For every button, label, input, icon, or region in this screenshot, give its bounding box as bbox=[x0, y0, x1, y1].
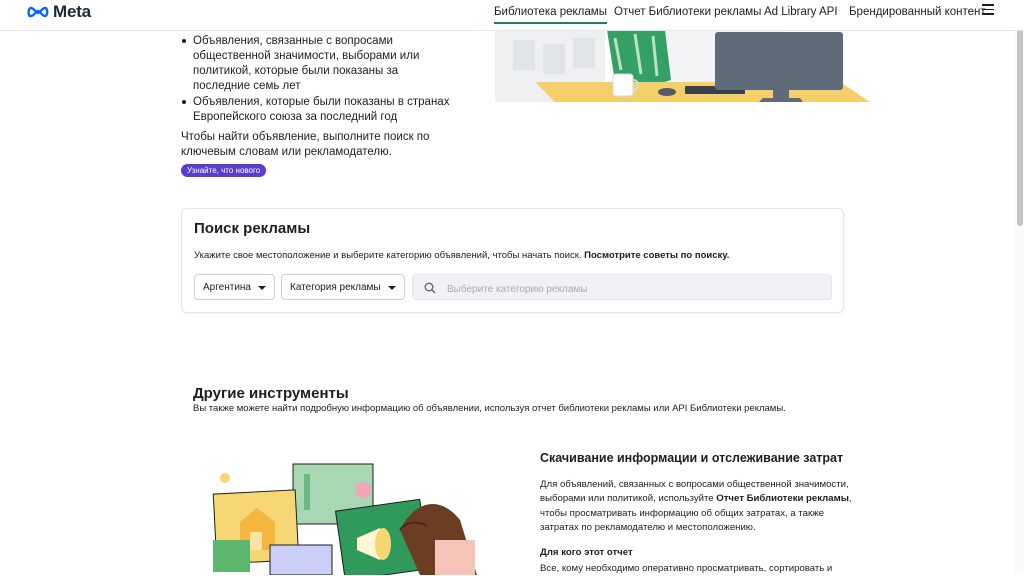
meta-logo[interactable]: Meta bbox=[27, 2, 91, 22]
intro-bullet-list: Объявления, связанные с вопросами общест… bbox=[181, 34, 451, 126]
other-tools-subtitle: Вы также можете найти подробную информац… bbox=[193, 403, 786, 414]
ad-category-dropdown[interactable]: Категория рекламы bbox=[281, 274, 405, 300]
search-tips-link[interactable]: Посмотрите советы по поиску. bbox=[584, 250, 729, 261]
brand-name: Meta bbox=[53, 2, 91, 21]
country-dropdown[interactable]: Аргентина bbox=[194, 274, 275, 300]
download-description: Для объявлений, связанных с вопросами об… bbox=[540, 478, 865, 536]
ad-library-report-link[interactable]: Отчет Библиотеки рекламы bbox=[716, 493, 849, 504]
ad-search-card: Поиск рекламы Укажите свое местоположени… bbox=[181, 208, 844, 313]
search-hint: Укажите свое местоположение и выберите к… bbox=[194, 250, 729, 261]
photos-and-megaphone-illustration bbox=[195, 460, 480, 575]
ad-category-value: Категория рекламы bbox=[290, 282, 381, 293]
chevron-down-icon bbox=[258, 286, 266, 290]
search-icon bbox=[424, 282, 436, 294]
search-card-title: Поиск рекламы bbox=[194, 220, 311, 237]
search-hint-text: Укажите свое местоположение и выберите к… bbox=[194, 250, 582, 261]
search-input[interactable] bbox=[445, 279, 819, 299]
search-instruction: Чтобы найти объявление, выполните поиск … bbox=[181, 131, 430, 158]
nav-branded-content[interactable]: Брендированный контент bbox=[849, 0, 986, 30]
scrollbar-thumb[interactable] bbox=[1017, 22, 1023, 226]
audience-text: Все, кому необходимо оперативно просматр… bbox=[540, 563, 833, 574]
audience-title: Для кого этот отчет bbox=[540, 547, 633, 558]
other-tools-title: Другие инструменты bbox=[193, 385, 349, 402]
nav-ad-library-api[interactable]: Ad Library API bbox=[764, 0, 838, 30]
nav-ad-library[interactable]: Библиотека рекламы bbox=[494, 0, 607, 24]
list-item: Объявления, которые были показаны в стра… bbox=[181, 95, 451, 125]
hamburger-menu-icon[interactable] bbox=[982, 4, 994, 16]
person-at-computer-illustration bbox=[495, 30, 875, 105]
meta-infinity-icon bbox=[27, 6, 49, 18]
whats-new-button[interactable]: Узнайте, что нового bbox=[181, 164, 267, 177]
top-navigation-bar: Meta Библиотека рекламы Отчет Библиотеки… bbox=[0, 0, 1024, 31]
list-item: Объявления, связанные с вопросами общест… bbox=[181, 34, 451, 94]
chevron-down-icon bbox=[388, 286, 396, 290]
country-value: Аргентина bbox=[203, 282, 251, 293]
search-field[interactable] bbox=[412, 274, 832, 300]
nav-ad-library-report[interactable]: Отчет Библиотеки рекламы bbox=[614, 0, 761, 30]
download-section-title: Скачивание информации и отслеживание зат… bbox=[540, 451, 844, 465]
